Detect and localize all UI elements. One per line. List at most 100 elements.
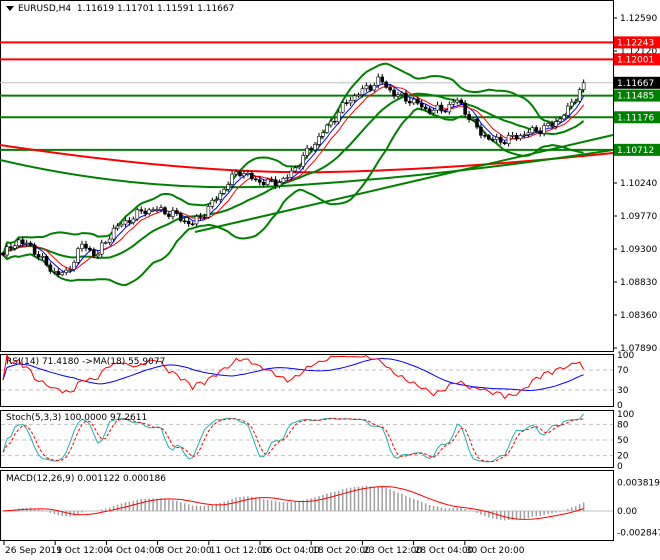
candle-bullish: [103, 242, 108, 244]
price-level-label: 1.12243: [617, 38, 654, 48]
low-value: 1.11591: [157, 4, 195, 14]
candle-bullish: [107, 238, 112, 243]
candle-bearish: [175, 210, 179, 214]
candle-bearish: [490, 138, 495, 141]
candle-bullish: [518, 135, 523, 140]
stoch-label: Stoch(5,3,3) 100.0000 97.2611: [6, 413, 148, 423]
dropdown-triangle-icon[interactable]: [6, 6, 14, 11]
bollinger-upper: [2, 62, 585, 256]
candle-bearish: [56, 271, 61, 276]
macd-label: MACD(12,26,9) 0.001122 0.000186: [6, 474, 166, 484]
candle-bullish: [577, 89, 582, 102]
candle-bullish: [76, 248, 80, 263]
macd-signal-line: [2, 486, 584, 520]
candle-bullish: [52, 271, 57, 273]
high-value: 1.11701: [116, 4, 155, 14]
time-tick-label: 4 Oct 04:00: [107, 546, 160, 556]
candle-bearish: [1, 252, 5, 256]
candle-bullish: [115, 225, 120, 229]
candle-bearish: [550, 123, 554, 127]
close-value: 1.11667: [197, 4, 235, 14]
candle-bullish: [16, 239, 21, 247]
candle-bearish: [534, 127, 539, 132]
rsi-axis-label: 30: [617, 386, 629, 396]
candle-bullish: [313, 144, 317, 151]
symbol-label: EURUSD,H4: [18, 4, 72, 14]
candle-bullish: [431, 109, 436, 114]
candle-bullish: [277, 182, 282, 187]
candle-bearish: [380, 76, 385, 83]
price-tick-label: 1.08830: [620, 278, 657, 288]
candle-bullish: [340, 102, 345, 113]
time-tick-label: 18 Oct 20:00: [312, 546, 371, 556]
price-tick-label: 1.08360: [620, 311, 657, 321]
time-tick-label: 8 Oct 20:00: [159, 546, 212, 556]
candle-bullish: [135, 209, 140, 220]
candle-bullish: [435, 104, 440, 111]
rsi-label: RSI(14) 71.4180 ->MA(18) 55.9077: [6, 357, 166, 367]
candle-bearish: [28, 242, 33, 246]
candle-bullish: [194, 216, 199, 225]
rsi-axis-label: 70: [617, 366, 629, 376]
candle-bearish: [127, 220, 132, 223]
time-tick-label: 26 Sep 2019: [5, 546, 62, 556]
candle-bullish: [119, 223, 124, 227]
candle-bearish: [309, 147, 313, 151]
candle-bearish: [20, 239, 25, 244]
candle-bearish: [502, 142, 507, 145]
candle-bullish: [246, 172, 250, 175]
candle-bullish: [506, 135, 511, 145]
candle-bearish: [250, 172, 254, 180]
candle-bullish: [562, 115, 566, 120]
candle-bullish: [305, 147, 309, 156]
candle-bearish: [163, 207, 167, 215]
candle-bearish: [423, 106, 428, 110]
stoch-axis-label: 20: [617, 452, 629, 462]
candle-bullish: [293, 167, 298, 172]
candle-bullish: [40, 256, 45, 258]
open-value: 1.11619: [76, 4, 115, 14]
candle-bullish: [526, 132, 531, 135]
candle-bearish: [514, 135, 519, 140]
candle-bullish: [64, 269, 68, 273]
candle-bearish: [273, 179, 278, 187]
candle-bullish: [230, 173, 234, 185]
candle-bullish: [569, 101, 574, 107]
candle-bullish: [411, 98, 416, 104]
candle-bullish: [96, 253, 100, 257]
price-level-label: 1.11485: [617, 92, 654, 102]
candle-bearish: [498, 136, 503, 143]
candle-bearish: [48, 264, 53, 272]
candle-bullish: [297, 166, 302, 169]
price-level-label: 1.10712: [617, 146, 654, 156]
candle-bullish: [321, 132, 325, 137]
stoch-axis-label: 50: [617, 436, 629, 446]
price-tick-label: 1.12590: [620, 14, 657, 24]
candle-bearish: [408, 100, 412, 104]
candle-bullish: [325, 124, 329, 133]
time-tick-label: 30 Oct 20:00: [466, 546, 525, 556]
candle-bullish: [522, 134, 527, 136]
candle-bearish: [178, 213, 183, 222]
candle-bullish: [24, 242, 29, 245]
stoch-axis-label: 100: [617, 410, 634, 420]
candle-bullish: [372, 85, 377, 91]
candle-bearish: [202, 216, 207, 219]
candle-bearish: [404, 92, 408, 102]
candle-bullish: [242, 173, 246, 177]
candle-bullish: [352, 95, 357, 101]
candle-bullish: [530, 127, 535, 134]
candle-bearish: [467, 114, 471, 120]
candle-bullish: [155, 209, 159, 211]
candle-bullish: [80, 243, 84, 250]
candle-bullish: [554, 121, 558, 127]
macd-axis-label: 0.00: [617, 507, 637, 517]
candle-bearish: [344, 102, 349, 104]
candle-bullish: [226, 184, 230, 190]
candle-bearish: [261, 181, 266, 186]
candle-bullish: [376, 76, 381, 86]
time-tick-label: 11 Oct 12:00: [210, 546, 269, 556]
candle-bearish: [257, 179, 262, 183]
candle-bearish: [182, 220, 187, 223]
candle-bearish: [368, 85, 373, 91]
